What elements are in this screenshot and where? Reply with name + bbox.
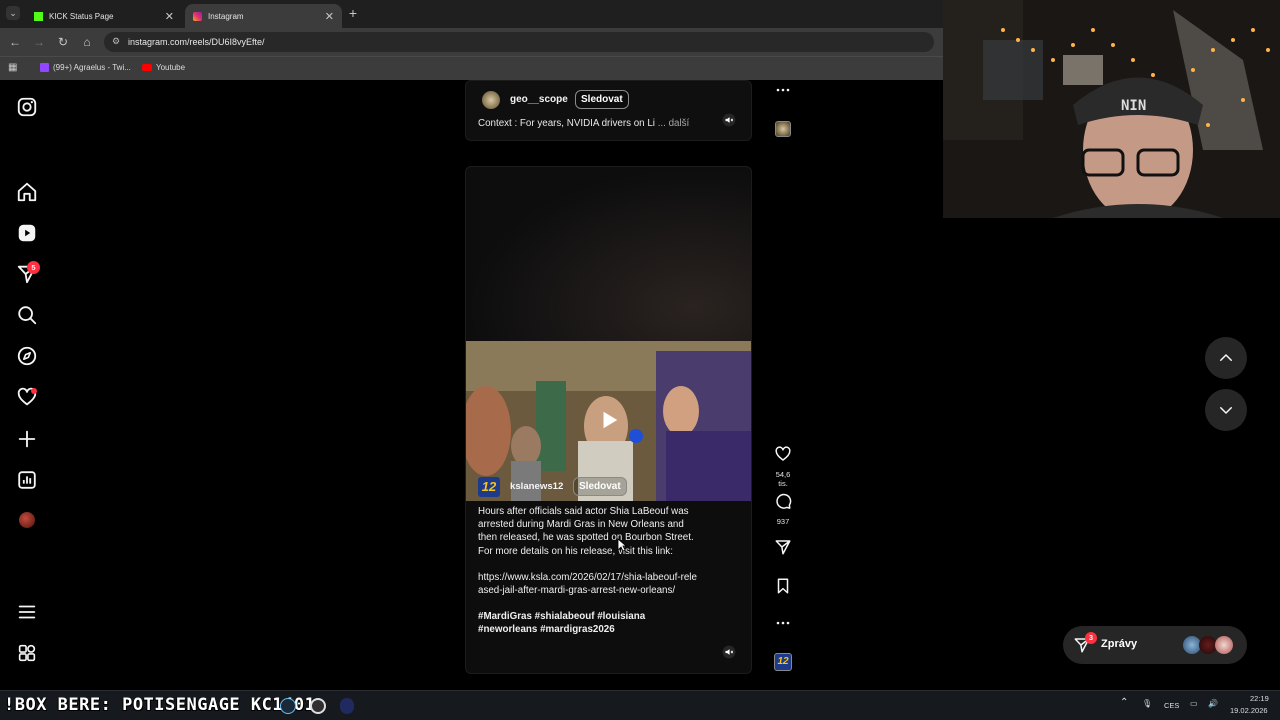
reel-caption: Hours after officials said actor Shia La… <box>478 505 702 637</box>
caption-text: Hours after officials said actor Shia La… <box>478 506 694 557</box>
apps-grid-icon[interactable]: ▦ <box>8 62 17 73</box>
browser-tab-bar: ⌄ KICK Status Page ✕ Instagram ✕ + <box>0 0 943 28</box>
kick-logo-icon <box>34 11 43 21</box>
menu-icon[interactable] <box>16 601 38 623</box>
direct-badge: 5 <box>27 261 40 274</box>
dashboard-icon[interactable] <box>16 469 38 491</box>
follow-button[interactable]: Sledovat <box>575 90 629 109</box>
obs-icon[interactable] <box>310 698 326 714</box>
notifications-button[interactable] <box>16 386 38 408</box>
home-icon[interactable] <box>16 181 38 203</box>
share-icon[interactable] <box>774 538 792 556</box>
reload-icon[interactable]: ↻ <box>56 35 70 49</box>
steam-icon[interactable] <box>280 698 296 714</box>
tab-search-chevron-icon[interactable]: ⌄ <box>6 6 20 20</box>
like-count: 54,6 tis. <box>775 470 791 488</box>
twitch-icon <box>40 63 49 72</box>
chevron-down-icon <box>1220 407 1232 414</box>
close-tab-icon[interactable]: ✕ <box>165 10 174 23</box>
webcam-overlay: NIN <box>943 0 1280 218</box>
reel-card-current: 12 kslanews12 Sledovat Hours after offic… <box>465 166 752 674</box>
comment-button[interactable]: 937 <box>770 492 796 526</box>
webcam-image: NIN <box>943 0 1280 218</box>
channel-logo[interactable]: 12 <box>478 477 500 497</box>
also-from-meta-icon[interactable] <box>16 642 38 664</box>
url-text: instagram.com/reels/DU6I8vyEfte/ <box>128 37 265 47</box>
microphone-icon[interactable]: 🎙 <box>1142 699 1152 708</box>
bookmark-youtube[interactable]: Youtube <box>142 63 185 72</box>
tab-instagram[interactable]: Instagram ✕ <box>185 4 342 28</box>
bookmarks-bar: ▦ (99+) Agraelus - Twi... Youtube <box>0 56 943 80</box>
direct-button[interactable]: 5 <box>16 261 40 285</box>
reel-card-previous: geo__scope Sledovat Context : For years,… <box>465 80 752 141</box>
profile-avatar[interactable] <box>19 512 35 528</box>
previous-reel-button[interactable] <box>1205 337 1247 379</box>
tab-label: Instagram <box>208 11 244 21</box>
clock-date[interactable]: 19.02.2026 <box>1230 706 1268 715</box>
avatar[interactable] <box>482 91 500 109</box>
instagram-logo-icon[interactable] <box>16 96 38 118</box>
youtube-icon <box>142 64 152 71</box>
messages-label: Zprávy <box>1101 638 1138 650</box>
mute-icon[interactable] <box>722 113 736 127</box>
clock-time[interactable]: 22:19 <box>1250 694 1269 703</box>
caption-hashtags[interactable]: #MardiGras #shialabeouf #louisiana #newo… <box>478 610 702 636</box>
volume-icon[interactable]: 🔊 <box>1208 699 1218 708</box>
comment-count: 937 <box>776 517 790 526</box>
messages-button[interactable]: 3 Zprávy <box>1063 626 1247 664</box>
avatar <box>1215 636 1233 654</box>
caption-text: Context : For years, NVIDIA drivers on L… <box>478 118 655 129</box>
svg-text:NIN: NIN <box>1121 98 1146 114</box>
tab-kick-status[interactable]: KICK Status Page ✕ <box>26 4 182 28</box>
mouse-cursor-icon <box>617 538 627 552</box>
reel-username[interactable]: geo__scope <box>510 94 568 105</box>
url-input[interactable]: ⚙ instagram.com/reels/DU6I8vyEfte/ <box>104 32 934 52</box>
caption-link[interactable]: https://www.ksla.com/2026/02/17/shia-lab… <box>478 571 702 597</box>
audio-thumbnail-previous[interactable] <box>775 121 791 137</box>
new-tab-button[interactable]: + <box>346 6 360 20</box>
stream-overlay-text: !BOX BERE: POTISENGAGE KC1401 <box>4 695 316 715</box>
more-link[interactable]: ... další <box>658 118 690 129</box>
messages-badge: 3 <box>1085 632 1097 644</box>
bookmark-label: (99+) Agraelus - Twi... <box>53 63 131 72</box>
reels-icon[interactable] <box>16 222 38 244</box>
forward-icon[interactable]: → <box>32 35 46 49</box>
play-icon[interactable] <box>598 409 620 431</box>
taskbar: !BOX BERE: POTISENGAGE KC1401 ⌃ 🎙 CES ▭ … <box>0 690 1280 720</box>
reel-caption: Context : For years, NVIDIA drivers on L… <box>478 118 689 129</box>
heart-icon <box>775 446 791 461</box>
search-icon[interactable] <box>16 304 38 326</box>
pinned-app-icon[interactable] <box>340 698 354 714</box>
explore-icon[interactable] <box>16 345 38 367</box>
bookmark-label: Youtube <box>156 63 186 72</box>
site-info-icon[interactable]: ⚙ <box>112 36 120 47</box>
reel-username[interactable]: kslanews12 <box>510 481 563 492</box>
bookmark-twitch[interactable]: (99+) Agraelus - Twi... <box>40 63 131 72</box>
more-options-icon[interactable] <box>770 617 796 629</box>
home-page-icon[interactable]: ⌂ <box>80 35 94 49</box>
reel-video[interactable]: 12 kslanews12 Sledovat <box>466 341 751 501</box>
back-icon[interactable]: ← <box>8 35 22 49</box>
next-reel-button[interactable] <box>1205 389 1247 431</box>
close-tab-icon[interactable]: ✕ <box>325 10 334 23</box>
create-icon[interactable] <box>16 428 38 450</box>
mute-icon[interactable] <box>722 645 736 659</box>
save-icon[interactable] <box>775 577 791 595</box>
instagram-logo-icon <box>193 11 202 21</box>
notification-dot <box>31 388 37 394</box>
display-icon[interactable]: ▭ <box>1190 699 1198 708</box>
reel-blur-background <box>466 167 751 342</box>
more-options-icon[interactable] <box>770 84 796 96</box>
chevron-up-icon <box>1220 354 1232 361</box>
tab-label: KICK Status Page <box>49 11 114 21</box>
audio-thumbnail-current[interactable]: 12 <box>774 653 792 671</box>
show-hidden-icons-icon[interactable]: ⌃ <box>1120 697 1128 708</box>
input-language[interactable]: CES <box>1164 701 1179 710</box>
address-bar-row: ← → ↻ ⌂ ⚙ instagram.com/reels/DU6I8vyEft… <box>0 28 943 56</box>
like-button[interactable]: 54,6 tis. <box>770 445 796 488</box>
comment-icon <box>776 493 792 509</box>
follow-button[interactable]: Sledovat <box>573 477 627 496</box>
